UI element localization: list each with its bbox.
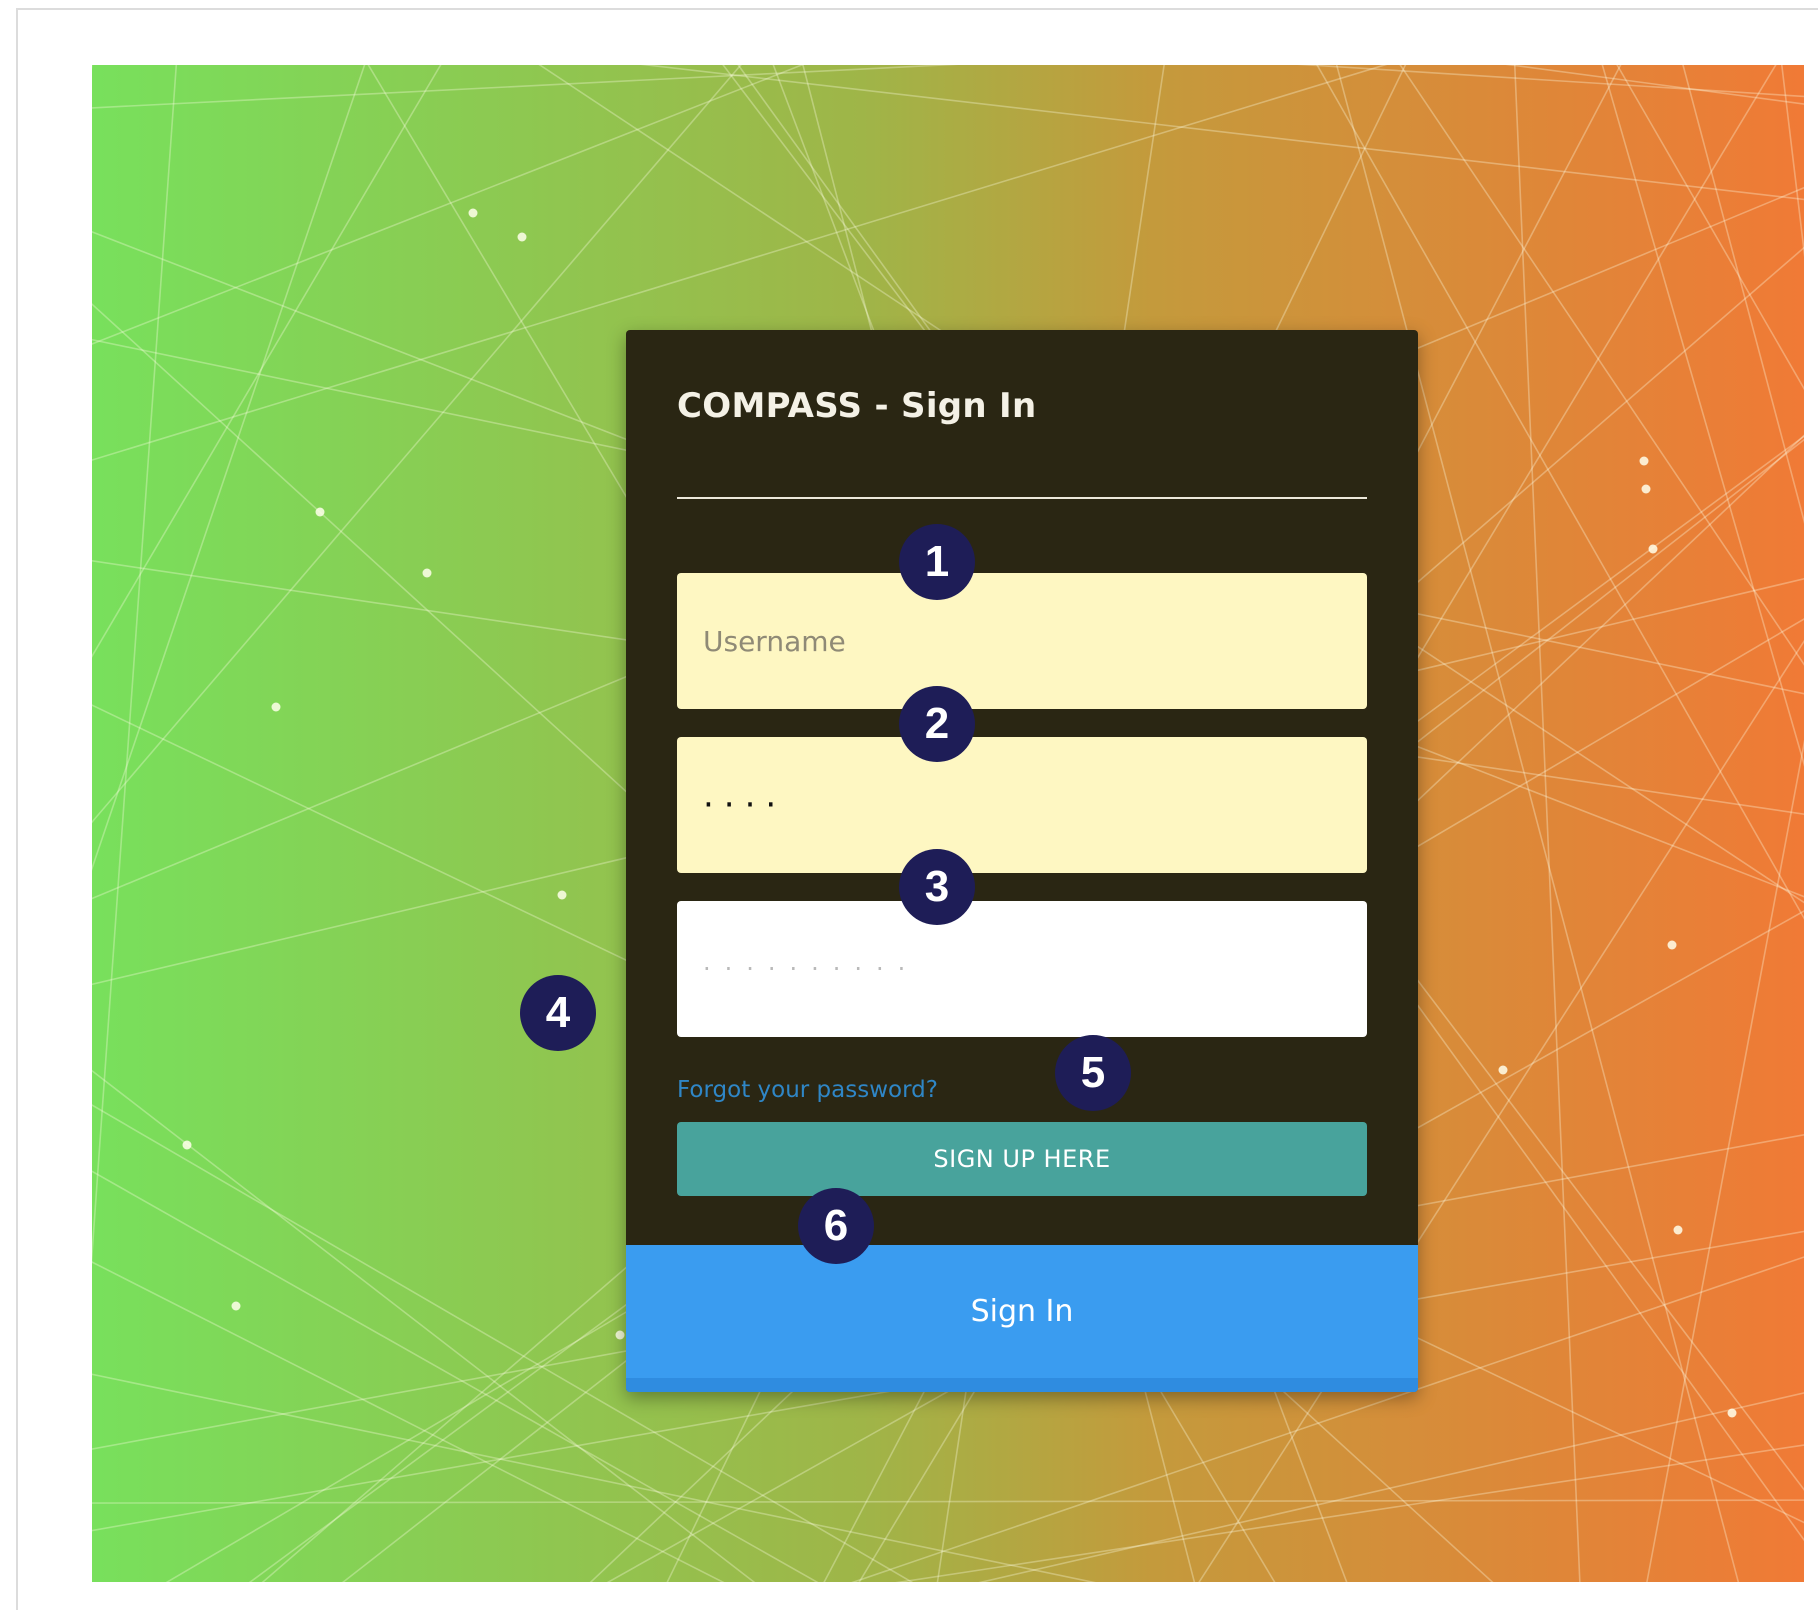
title-divider — [677, 497, 1367, 499]
sign-in-card: COMPASS - Sign In Forgot your password? … — [626, 330, 1418, 1392]
network-node — [468, 208, 478, 218]
network-node — [1667, 940, 1677, 950]
card-title: COMPASS - Sign In — [677, 386, 1037, 426]
network-node — [517, 232, 527, 242]
network-node — [1641, 484, 1651, 494]
network-node — [1673, 1225, 1683, 1235]
login-page-background: COMPASS - Sign In Forgot your password? … — [92, 65, 1804, 1582]
password-input[interactable] — [677, 737, 1367, 873]
network-node — [1498, 1065, 1508, 1075]
network-node — [557, 890, 567, 900]
forgot-password-link[interactable]: Forgot your password? — [677, 1077, 938, 1103]
network-node — [1727, 1408, 1737, 1418]
network-node — [182, 1140, 192, 1150]
annotation-badge-5: 5 — [1055, 1035, 1131, 1111]
annotation-badge-3: 3 — [899, 849, 975, 925]
annotation-badge-2: 2 — [899, 686, 975, 762]
username-input[interactable] — [677, 573, 1367, 709]
screenshot-frame: COMPASS - Sign In Forgot your password? … — [16, 8, 1818, 1610]
network-node — [271, 702, 281, 712]
network-node — [422, 568, 432, 578]
confirm-password-input[interactable] — [677, 901, 1367, 1037]
network-node — [231, 1301, 241, 1311]
sign-up-button[interactable]: SIGN UP HERE — [677, 1122, 1367, 1196]
network-node — [315, 507, 325, 517]
network-node — [1648, 544, 1658, 554]
annotation-badge-1: 1 — [899, 524, 975, 600]
network-node — [615, 1330, 625, 1340]
sign-in-button-label: Sign In — [970, 1294, 1074, 1329]
annotation-badge-4: 4 — [520, 975, 596, 1051]
sign-in-button[interactable]: Sign In — [626, 1245, 1418, 1392]
annotation-badge-6: 6 — [798, 1188, 874, 1264]
network-node — [1639, 456, 1649, 466]
